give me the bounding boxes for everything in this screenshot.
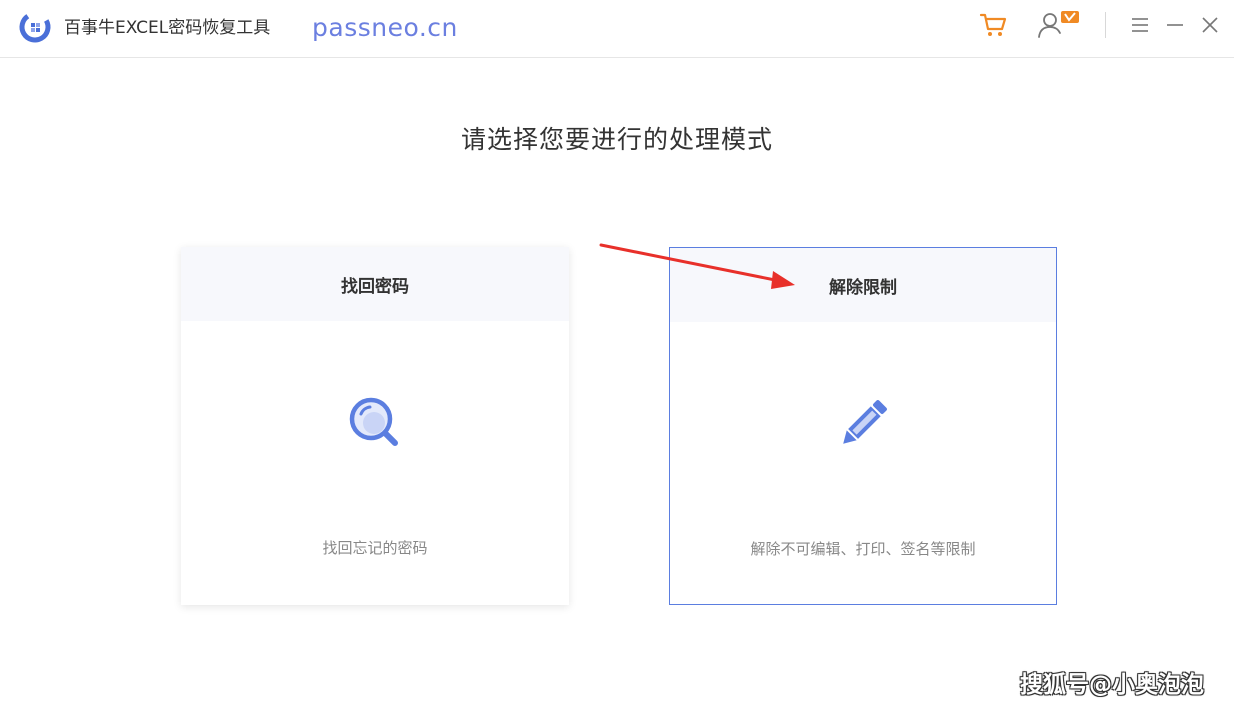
hamburger-menu-icon[interactable] bbox=[1128, 10, 1152, 40]
page-heading: 请选择您要进行的处理模式 bbox=[460, 125, 773, 154]
watermark-url: passneo.cn bbox=[312, 13, 458, 42]
user-vip-icon[interactable] bbox=[1036, 10, 1082, 40]
app-title: 百事牛EXCEL密码恢复工具 bbox=[64, 18, 271, 38]
card-description: 解除不可编辑、打印、签名等限制 bbox=[750, 540, 976, 558]
card-title: 解除限制 bbox=[829, 277, 897, 298]
card-description: 找回忘记的密码 bbox=[322, 539, 428, 557]
title-bar: 百事牛EXCEL密码恢复工具 passneo.cn bbox=[0, 0, 1234, 58]
card-title: 找回密码 bbox=[341, 276, 409, 297]
app-window: 百事牛EXCEL密码恢复工具 passneo.cn 请选择您要进行的处理模式 找… bbox=[0, 0, 1234, 707]
close-icon[interactable] bbox=[1198, 10, 1222, 40]
footer-watermark: 搜狐号@小奥泡泡 bbox=[1020, 672, 1204, 698]
remove-restrictions-card[interactable]: 解除限制 解除不可编辑、打印、签名等限制 bbox=[669, 247, 1057, 605]
minimize-icon[interactable] bbox=[1164, 10, 1186, 40]
pencil-icon bbox=[833, 394, 893, 454]
card-header: 解除限制 bbox=[670, 248, 1056, 322]
recover-password-card[interactable]: 找回密码 找回忘记的密码 bbox=[181, 247, 569, 605]
shopping-cart-icon[interactable] bbox=[978, 10, 1008, 40]
app-logo-icon bbox=[19, 11, 51, 43]
card-header: 找回密码 bbox=[181, 247, 569, 321]
magnifier-icon bbox=[345, 393, 405, 453]
titlebar-divider bbox=[1105, 12, 1106, 38]
